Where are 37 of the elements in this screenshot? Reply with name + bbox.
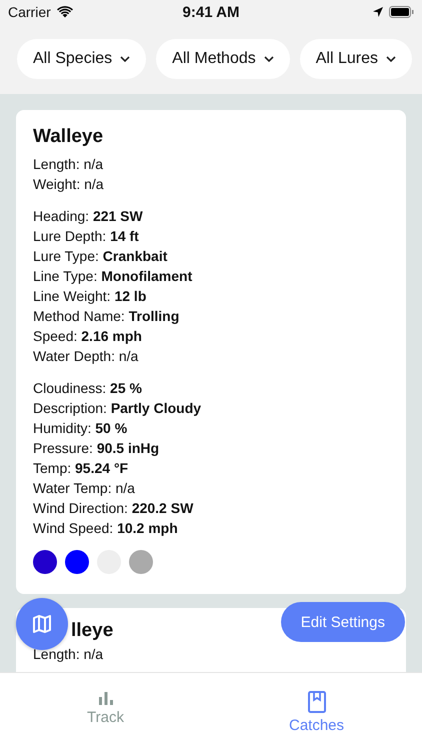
detail-text: Line Type: Monofilament — [33, 267, 194, 286]
chevron-down-icon — [386, 56, 396, 62]
location-arrow-icon — [373, 7, 383, 17]
edit-settings-button[interactable]: Edit Settings — [280, 602, 405, 642]
status-time: 9:41 AM — [182, 4, 240, 20]
filter-chip[interactable]: All Lures — [300, 39, 412, 79]
detail-text: Line Weight: 12 lb — [33, 287, 148, 306]
wifi-icon — [56, 6, 73, 18]
detail-text: Length: n/a — [33, 155, 104, 174]
carrier-label: Carrier — [8, 4, 51, 20]
detail-text: Wind Direction: 220.2 SW — [33, 499, 194, 518]
detail-text: Method Name: Trolling — [33, 307, 180, 326]
detail-text: Water Depth: n/a — [33, 347, 140, 366]
species-title: Walleye — [33, 126, 104, 147]
detail-text: Length: n/a — [33, 645, 104, 664]
detail-text: Wind Speed: 10.2 mph — [33, 519, 179, 538]
chevron-down-icon — [120, 56, 130, 62]
detail-text: Description: Partly Cloudy — [33, 399, 202, 418]
detail-text: Lure Type: Crankbait — [33, 247, 168, 266]
detail-text: Pressure: 90.5 inHg — [33, 439, 160, 458]
book-icon — [308, 691, 326, 713]
battery-icon — [389, 6, 414, 18]
detail-text: Cloudiness: 25 % — [33, 379, 143, 398]
detail-text: Lure Depth: 14 ft — [33, 227, 140, 246]
detail-text: Temp: 95.24 °F — [33, 459, 130, 478]
filter-chip[interactable]: All Methods — [156, 39, 290, 79]
map-icon — [32, 614, 52, 634]
detail-text: Humidity: 50 % — [33, 419, 128, 438]
bar-chart-icon — [98, 691, 114, 705]
species-title: lleye — [71, 620, 114, 641]
filter-chip[interactable]: All Species — [17, 39, 146, 79]
tab-bar-item[interactable]: Catches — [211, 673, 422, 750]
detail-text: Weight: n/a — [33, 175, 105, 194]
detail-text: Speed: 2.16 mph — [33, 327, 143, 346]
chevron-down-icon — [264, 56, 274, 62]
detail-text: Water Temp: n/a — [33, 479, 136, 498]
detail-text: Heading: 221 SW — [33, 207, 144, 226]
